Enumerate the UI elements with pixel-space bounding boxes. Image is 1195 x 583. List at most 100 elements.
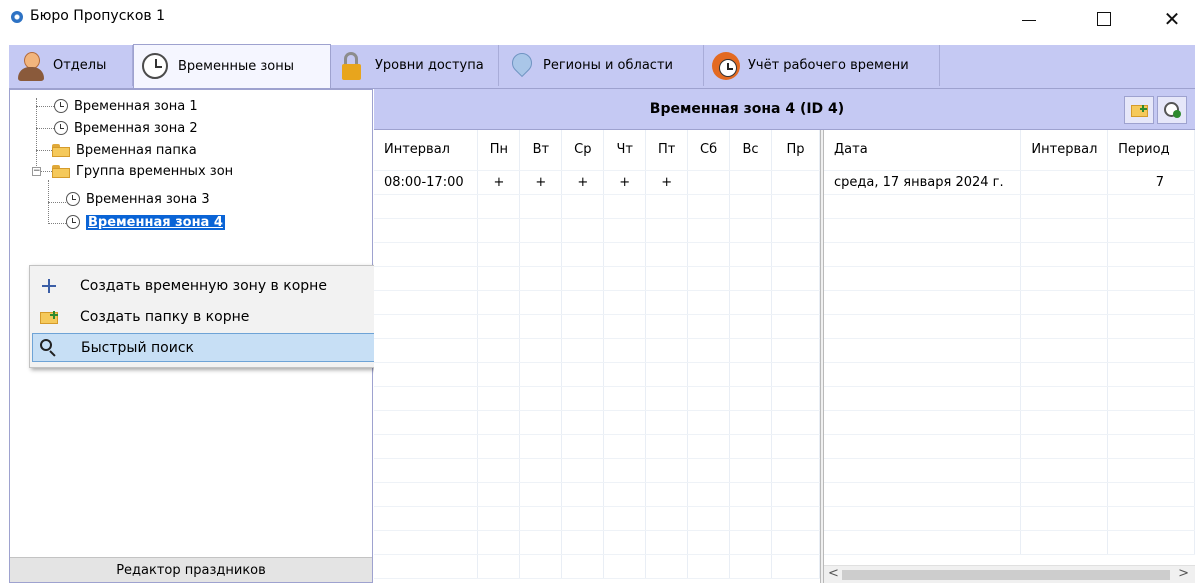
- tree-item[interactable]: Временная зона 2: [54, 119, 198, 137]
- table-row[interactable]: [374, 290, 820, 315]
- table-row[interactable]: [374, 530, 820, 555]
- table-row[interactable]: [824, 194, 1195, 219]
- column-header[interactable]: Ср: [561, 130, 605, 171]
- table-row[interactable]: [824, 386, 1195, 411]
- table-row[interactable]: [374, 410, 820, 435]
- tree-folder[interactable]: Временная папка: [52, 141, 197, 159]
- table-cell: +: [561, 170, 605, 195]
- column-header[interactable]: Пр: [771, 130, 820, 171]
- dates-grid: Дата Интервал Период среда, 17 января 20…: [824, 130, 1195, 566]
- table-row[interactable]: [824, 506, 1195, 531]
- table-row[interactable]: 08:00-17:00 + + + + +: [374, 170, 820, 195]
- clock-icon: [54, 121, 68, 135]
- folder-icon: [52, 164, 70, 178]
- table-cell: [687, 170, 731, 195]
- column-header[interactable]: Вт: [519, 130, 563, 171]
- table-row[interactable]: [824, 410, 1195, 435]
- collapse-toggle[interactable]: −: [32, 167, 41, 176]
- tree-item[interactable]: Временная зона 3: [66, 190, 210, 208]
- holiday-editor-button[interactable]: Редактор праздников: [10, 557, 372, 582]
- table-row[interactable]: [824, 338, 1195, 363]
- scroll-right-arrow-icon[interactable]: >: [1178, 566, 1189, 581]
- column-header[interactable]: Чт: [603, 130, 647, 171]
- table-row[interactable]: [374, 506, 820, 531]
- table-row[interactable]: [374, 242, 820, 267]
- table-cell: [729, 170, 773, 195]
- menu-item-quick-search[interactable]: Быстрый поиск: [32, 333, 402, 362]
- close-button[interactable]: ✕: [1149, 0, 1195, 38]
- scroll-left-arrow-icon[interactable]: <: [828, 566, 839, 581]
- maximize-button[interactable]: [1081, 0, 1127, 38]
- table-row[interactable]: [374, 482, 820, 507]
- zone-title: Временная зона 4 (ID 4): [649, 101, 845, 117]
- table-row[interactable]: [374, 362, 820, 387]
- table-row[interactable]: [824, 362, 1195, 387]
- table-cell: +: [603, 170, 647, 195]
- table-row[interactable]: [824, 218, 1195, 243]
- map-pin-icon: [505, 48, 537, 82]
- tree-item-label: Временная зона 2: [74, 120, 198, 136]
- menu-item-label: Создать временную зону в корне: [80, 277, 327, 294]
- column-header[interactable]: Пт: [645, 130, 689, 171]
- table-row[interactable]: [824, 290, 1195, 315]
- window-title: Бюро Пропусков 1: [30, 8, 166, 24]
- table-row[interactable]: [374, 458, 820, 483]
- table-row[interactable]: [374, 554, 820, 579]
- add-folder-button[interactable]: [1124, 96, 1154, 124]
- zone-details-panel: Временная зона 4 (ID 4) Интервал Пн Вт С…: [374, 89, 1195, 583]
- table-cell: [1020, 170, 1109, 195]
- table-row[interactable]: [824, 242, 1195, 267]
- tree-item-label: Группа временных зон: [76, 163, 234, 179]
- menu-item-create-folder[interactable]: Создать папку в корне: [32, 302, 402, 331]
- column-header[interactable]: Интервал: [374, 130, 479, 171]
- tree-item[interactable]: Временная зона 1: [54, 97, 198, 115]
- table-row[interactable]: [374, 434, 820, 459]
- tab-time-zones[interactable]: Временные зоны: [133, 44, 331, 88]
- table-row[interactable]: [824, 434, 1195, 459]
- clock-icon: [66, 192, 80, 206]
- table-row[interactable]: среда, 17 января 2024 г. 7: [824, 170, 1195, 195]
- title-bar: Бюро Пропусков 1 ✕: [0, 0, 1195, 38]
- clock-icon: [66, 215, 80, 229]
- tree-item-selected[interactable]: Временная зона 4: [66, 213, 226, 231]
- column-header[interactable]: Вс: [729, 130, 773, 171]
- table-row[interactable]: [824, 482, 1195, 507]
- table-row[interactable]: [824, 314, 1195, 339]
- tab-access-levels[interactable]: Уровни доступа: [331, 45, 499, 86]
- table-row[interactable]: [374, 218, 820, 243]
- tab-label: Отделы: [53, 58, 107, 73]
- tree-folder[interactable]: Группа временных зон: [52, 162, 233, 180]
- tab-regions[interactable]: Регионы и области: [499, 45, 704, 86]
- context-menu: Создать временную зону в корне Создать п…: [29, 265, 407, 368]
- tree-item-label: Временная зона 4: [85, 213, 226, 231]
- table-row[interactable]: [374, 314, 820, 339]
- table-row[interactable]: [374, 338, 820, 363]
- tree-item-label: Временная зона 1: [74, 98, 198, 114]
- table-cell: +: [645, 170, 689, 195]
- tab-strip: Отделы Временные зоны Уровни доступа Рег…: [9, 44, 1195, 89]
- horizontal-scrollbar[interactable]: < >: [824, 565, 1195, 583]
- table-row[interactable]: [824, 530, 1195, 555]
- menu-item-create-zone[interactable]: Создать временную зону в корне: [32, 271, 402, 300]
- column-header[interactable]: Сб: [687, 130, 731, 171]
- search-icon: [39, 338, 67, 358]
- table-row[interactable]: [824, 458, 1195, 483]
- table-row[interactable]: [824, 266, 1195, 291]
- tab-label: Учёт рабочего времени: [748, 58, 909, 73]
- table-row[interactable]: [374, 194, 820, 219]
- add-zone-button[interactable]: [1157, 96, 1187, 124]
- column-header[interactable]: Пн: [477, 130, 521, 171]
- lock-icon: [337, 50, 369, 82]
- table-cell: среда, 17 января 2024 г.: [824, 170, 1022, 195]
- tab-label: Регионы и области: [543, 58, 673, 73]
- table-row[interactable]: [374, 386, 820, 411]
- column-header[interactable]: Дата: [824, 130, 1022, 171]
- column-header[interactable]: Период: [1107, 130, 1195, 171]
- tab-departments[interactable]: Отделы: [9, 45, 133, 86]
- column-header[interactable]: Интервал: [1020, 130, 1109, 171]
- clock-icon: [54, 99, 68, 113]
- tab-work-time[interactable]: Учёт рабочего времени: [704, 45, 940, 86]
- table-row[interactable]: [374, 266, 820, 291]
- scrollbar-thumb[interactable]: [842, 570, 1170, 580]
- minimize-button[interactable]: [1006, 0, 1052, 38]
